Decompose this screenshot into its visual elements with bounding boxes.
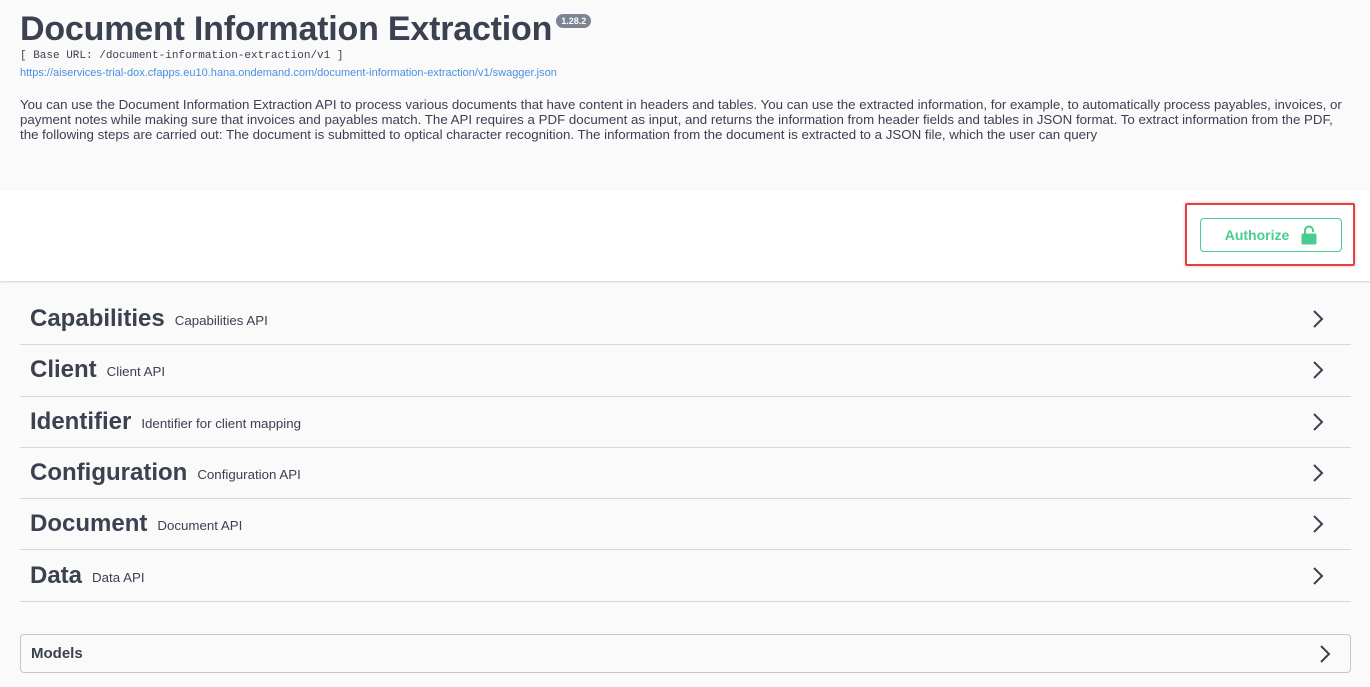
- models-label: Models: [31, 645, 83, 662]
- tag-name: Identifier: [30, 407, 132, 435]
- tag-name: Document: [30, 510, 148, 538]
- operation-tags: Capabilities Capabilities API Client Cli…: [20, 294, 1351, 602]
- tag-description: Configuration API: [197, 467, 301, 483]
- base-url: [ Base URL: /document-information-extrac…: [20, 50, 344, 62]
- version-badge: 1.28.2: [556, 14, 592, 28]
- chevron-right-icon[interactable]: [1311, 309, 1325, 329]
- api-description: You can use the Document Information Ext…: [20, 97, 1342, 142]
- chevron-right-icon[interactable]: [1311, 463, 1325, 483]
- scheme-container: Authorize: [0, 190, 1370, 281]
- tag-name: Capabilities: [30, 305, 165, 333]
- authorize-button[interactable]: Authorize: [1200, 218, 1342, 252]
- tag-description: Client API: [106, 364, 166, 380]
- api-info-section: Document Information Extraction 1.28.2 […: [0, 0, 1370, 190]
- tag-name: Configuration: [30, 459, 188, 487]
- chevron-right-icon[interactable]: [1311, 412, 1325, 432]
- tag-name: Client: [30, 356, 97, 384]
- tag-data[interactable]: Data Data API: [20, 550, 1351, 602]
- models-section[interactable]: Models: [20, 634, 1351, 673]
- authorize-label: Authorize: [1224, 227, 1290, 243]
- chevron-right-icon[interactable]: [1318, 644, 1332, 664]
- chevron-right-icon[interactable]: [1311, 566, 1325, 586]
- title-row: Document Information Extraction 1.28.2: [20, 10, 1350, 48]
- tag-identifier[interactable]: Identifier Identifier for client mapping: [20, 397, 1351, 448]
- swagger-json-link[interactable]: https://aiservices-trial-dox.cfapps.eu10…: [20, 66, 1350, 80]
- tag-client[interactable]: Client Client API: [20, 345, 1351, 397]
- tag-description: Data API: [92, 569, 145, 585]
- chevron-right-icon[interactable]: [1311, 514, 1325, 534]
- tag-description: Identifier for client mapping: [141, 415, 301, 431]
- tag-document[interactable]: Document Document API: [20, 499, 1351, 551]
- tag-name: Data: [30, 561, 83, 589]
- tag-description: Capabilities API: [174, 313, 268, 329]
- unlock-icon: [1301, 225, 1317, 245]
- tag-capabilities[interactable]: Capabilities Capabilities API: [20, 294, 1351, 346]
- tag-description: Document API: [157, 518, 243, 534]
- tag-configuration[interactable]: Configuration Configuration API: [20, 448, 1351, 500]
- page-title: Document Information Extraction: [20, 10, 553, 48]
- chevron-right-icon[interactable]: [1311, 360, 1325, 380]
